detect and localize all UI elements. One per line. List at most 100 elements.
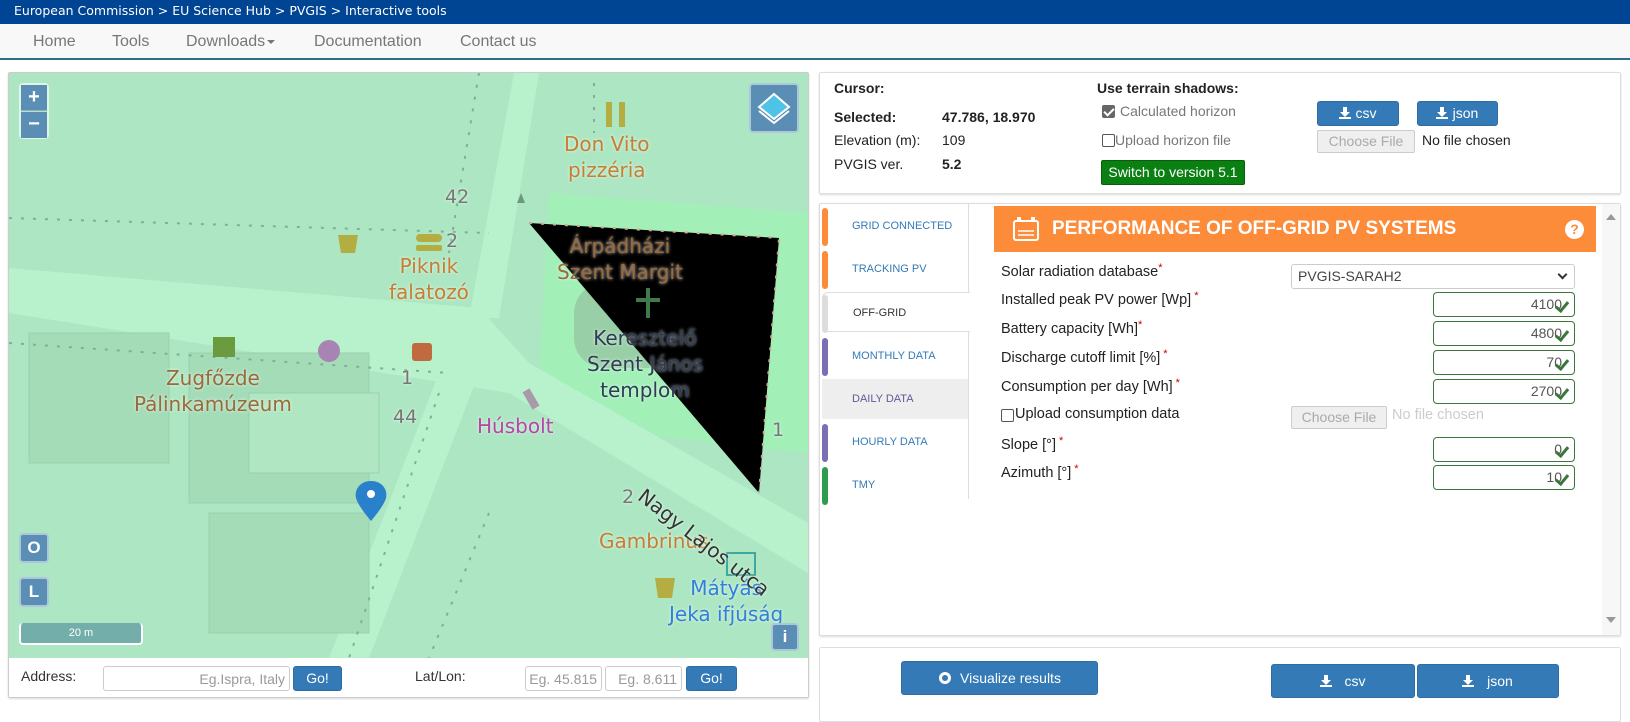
eye-icon <box>939 672 952 684</box>
poi-text: Árpádházi Szent Margit <box>557 234 683 284</box>
house-number: 2 <box>622 486 635 508</box>
download-icon <box>1338 107 1351 119</box>
scroll-down-icon[interactable] <box>1606 617 1616 623</box>
zoom-out-button[interactable]: − <box>21 112 47 138</box>
tab-hourly-data[interactable]: HOURLY DATA <box>822 422 968 462</box>
switch-version-button[interactable]: Switch to version 5.1 <box>1101 160 1245 185</box>
lon-input[interactable] <box>605 666 682 691</box>
required-mark: * <box>1074 463 1079 475</box>
nav-downloads[interactable]: Downloads <box>186 33 276 51</box>
field-label-text: Azimuth [°] <box>1001 465 1072 481</box>
map-l-button[interactable]: L <box>19 577 49 607</box>
slope-input[interactable]: 0 <box>1433 437 1575 462</box>
upload-horizon-checkbox[interactable] <box>1102 134 1115 147</box>
breadcrumb[interactable]: European Commission > EU Science Hub > P… <box>0 0 1630 24</box>
chevron-down-icon <box>1557 269 1568 280</box>
upload-consumption-label: Upload consumption data <box>1015 406 1180 422</box>
visualize-label: Visualize results <box>960 670 1061 686</box>
consumption-input[interactable]: 2700 <box>1433 379 1575 404</box>
tab-off-grid[interactable]: OFF-GRID <box>822 292 970 333</box>
map-o-button[interactable]: O <box>19 533 49 563</box>
required-mark: * <box>1138 319 1143 331</box>
csv-label: csv <box>1355 105 1377 121</box>
tab-label: HOURLY DATA <box>852 436 928 448</box>
tab-grid-connected[interactable]: GRID CONNECTED <box>822 206 968 246</box>
nav-downloads-label: Downloads <box>186 33 266 50</box>
results-csv-button[interactable]: csv <box>1271 664 1415 698</box>
layers-icon <box>757 92 791 125</box>
battery-icon <box>1013 217 1039 241</box>
calculated-horizon-label: Calculated horizon <box>1120 103 1236 119</box>
poi-label: Piknik falatozó <box>389 253 469 305</box>
selected-label: Selected: <box>834 109 897 125</box>
horizon-choose-file-button[interactable]: Choose File <box>1317 130 1415 153</box>
poi-text: Keresztelő Szent János templom <box>587 326 703 402</box>
horizon-json-button[interactable]: json <box>1417 101 1498 126</box>
zoom-in-button[interactable]: + <box>21 85 47 111</box>
elevation-label: Elevation (m): <box>834 132 921 148</box>
caret-down-icon <box>267 39 276 44</box>
required-mark: * <box>1175 377 1180 389</box>
help-icon[interactable]: ? <box>1565 220 1584 239</box>
cursor-label: Cursor: <box>834 80 885 96</box>
tab-tracking-pv[interactable]: TRACKING PV <box>822 249 968 289</box>
tab-color-bar <box>822 251 828 289</box>
museum-icon <box>213 337 235 357</box>
field-label-text: Installed peak PV power [Wp] <box>1001 292 1192 308</box>
battery-capacity-label: Battery capacity [Wh]* <box>1001 319 1142 337</box>
poi-label: Árpádházi Szent Margit <box>557 233 683 285</box>
lat-input[interactable] <box>525 666 602 691</box>
tab-label: TRACKING PV <box>852 263 927 275</box>
scrollbar[interactable] <box>1602 204 1620 635</box>
fastfood-icon <box>416 234 442 242</box>
tab-tmy[interactable]: TMY <box>822 465 968 505</box>
required-mark: * <box>1158 262 1163 274</box>
horizon-csv-button[interactable]: csv <box>1317 101 1399 126</box>
zoom-control: + − <box>19 83 49 139</box>
tab-monthly-data[interactable]: MONTHLY DATA <box>822 336 968 376</box>
elevation-value: 109 <box>942 132 966 148</box>
nav-documentation[interactable]: Documentation <box>314 33 422 51</box>
battery-capacity-input[interactable]: 4800 <box>1433 321 1575 346</box>
house-number: 1 <box>401 367 414 389</box>
consumption-choose-file-button[interactable]: Choose File <box>1291 406 1387 429</box>
map-scale: 20 m <box>19 623 143 645</box>
main-nav: Home Tools Downloads Documentation Conta… <box>0 24 1630 60</box>
field-label-text: Discharge cutoff limit [%] <box>1001 350 1161 366</box>
azimuth-input[interactable]: 10 <box>1433 465 1575 490</box>
csv-label: csv <box>1344 673 1366 689</box>
upload-consumption-checkbox[interactable] <box>1001 409 1014 422</box>
results-json-button[interactable]: json <box>1417 664 1559 698</box>
map-info-button[interactable]: i <box>771 623 799 651</box>
nav-tools[interactable]: Tools <box>112 33 149 51</box>
tab-daily-data[interactable]: DAILY DATA <box>822 379 968 419</box>
map-canvas[interactable]: Don Vito pizzéria Árpádházi Szent Margit… <box>9 73 808 658</box>
nav-home[interactable]: Home <box>33 33 76 51</box>
radiation-database-select[interactable]: PVGIS-SARAH2 <box>1291 264 1575 289</box>
tab-label: TMY <box>852 479 876 491</box>
visualize-results-button[interactable]: Visualize results <box>901 661 1098 695</box>
field-label-text: Battery capacity [Wh] <box>1001 321 1138 337</box>
slope-label: Slope [°] * <box>1001 435 1063 453</box>
calculated-horizon-checkbox[interactable] <box>1102 105 1115 118</box>
results-panel: Visualize results csv json <box>819 647 1621 722</box>
version-label: PVGIS ver. <box>834 156 904 172</box>
tab-divider <box>968 204 969 499</box>
scroll-up-icon[interactable] <box>1606 214 1616 220</box>
house-number: 42 <box>445 186 470 208</box>
required-mark: * <box>1163 348 1168 360</box>
greengrocer-icon <box>318 340 340 362</box>
pv-power-input[interactable]: 4100 <box>1433 292 1575 317</box>
cutoff-limit-input[interactable]: 70 <box>1433 350 1575 375</box>
address-go-button[interactable]: Go! <box>293 666 342 691</box>
bar-icon <box>338 235 358 253</box>
address-input[interactable] <box>103 666 290 691</box>
layers-button[interactable] <box>749 83 799 133</box>
tab-color-bar <box>822 467 828 505</box>
json-label: json <box>1452 105 1479 121</box>
church-icon <box>646 288 650 318</box>
latlon-go-button[interactable]: Go! <box>686 666 737 691</box>
nav-contact[interactable]: Contact us <box>460 33 536 51</box>
db-label: Solar radiation database* <box>1001 262 1162 280</box>
tool-panel: GRID CONNECTED TRACKING PV OFF-GRID MONT… <box>819 203 1621 636</box>
